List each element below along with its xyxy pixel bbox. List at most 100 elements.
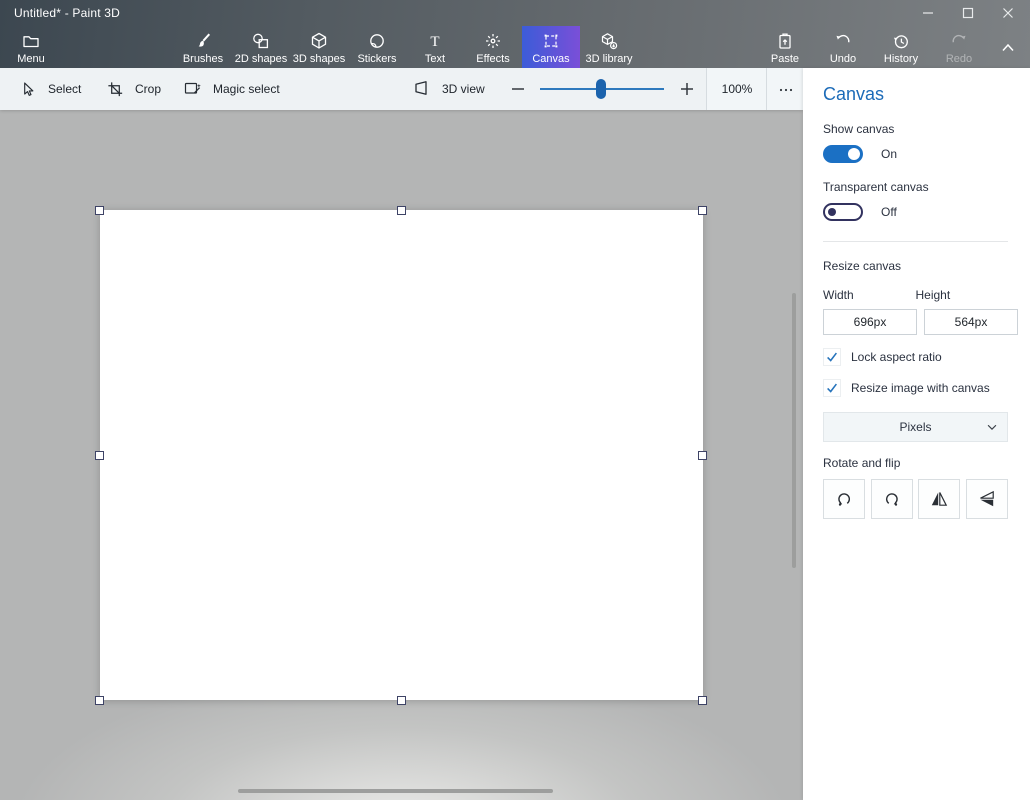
magic-select-tool[interactable]: Magic select [183, 68, 280, 110]
transparent-canvas-label: Transparent canvas [823, 180, 1008, 194]
crop-icon [106, 80, 125, 99]
zoom-slider-thumb[interactable] [596, 79, 606, 99]
menu-button[interactable]: Menu [8, 26, 54, 68]
resize-image-checkbox[interactable] [823, 379, 841, 397]
cursor-icon [19, 80, 38, 99]
toggle-knob [828, 208, 836, 216]
show-canvas-state: On [881, 147, 897, 161]
shapes-2d-icon [251, 31, 271, 51]
canvas-handle-bottom-left[interactable] [95, 696, 104, 705]
minimize-button[interactable] [908, 0, 948, 26]
transparent-canvas-state: Off [881, 205, 897, 219]
top-bar: Untitled* - Paint 3D Menu [0, 0, 1030, 68]
window-title: Untitled* - Paint 3D [14, 6, 120, 20]
title-bar: Untitled* - Paint 3D [0, 0, 1030, 26]
flip-horizontal-button[interactable] [918, 479, 960, 519]
close-icon [999, 4, 1017, 22]
undo-button[interactable]: Undo [814, 26, 872, 68]
canvas-handle-middle-right[interactable] [698, 451, 707, 460]
rotate-left-icon [834, 489, 854, 509]
units-value: Pixels [899, 420, 931, 434]
lock-aspect-checkbox[interactable] [823, 348, 841, 366]
ribbon-tabs: Brushes 2D shapes 3D shapes [174, 26, 638, 68]
check-icon [825, 350, 839, 364]
minus-icon [510, 81, 526, 97]
canvas-handle-top-left[interactable] [95, 206, 104, 215]
toggle-knob [848, 148, 860, 160]
tab-canvas[interactable]: Canvas [522, 26, 580, 68]
select-tool[interactable]: Select [19, 68, 81, 110]
tab-text[interactable]: T Text [406, 26, 464, 68]
plus-icon [679, 81, 695, 97]
3d-view-button[interactable]: 3D view [412, 68, 485, 110]
vertical-scrollbar[interactable] [792, 293, 796, 568]
canvas-handle-top-middle[interactable] [397, 206, 406, 215]
library-3d-icon [599, 31, 619, 51]
tab-3d-shapes[interactable]: 3D shapes [290, 26, 348, 68]
canvas-handle-top-right[interactable] [698, 206, 707, 215]
close-button[interactable] [988, 0, 1028, 26]
canvas-icon [541, 31, 561, 51]
zoom-in-button[interactable] [679, 68, 695, 110]
zoom-value-box[interactable]: 100% [706, 68, 767, 110]
paste-button[interactable]: Paste [756, 26, 814, 68]
lock-aspect-label: Lock aspect ratio [851, 350, 942, 364]
more-options-button[interactable] [766, 68, 804, 110]
canvas-toolbar: Select Crop Magic select 3D view 100% [0, 68, 803, 110]
sticker-icon [367, 31, 387, 51]
window-controls [908, 0, 1028, 26]
rotate-right-icon [882, 489, 902, 509]
ribbon-actions: Paste Undo History [756, 26, 988, 68]
tab-stickers[interactable]: Stickers [348, 26, 406, 68]
effects-icon [483, 31, 503, 51]
crop-tool[interactable]: Crop [106, 68, 161, 110]
flip-vertical-icon [977, 489, 997, 509]
flip-horizontal-icon [929, 489, 949, 509]
show-canvas-label: Show canvas [823, 122, 1008, 136]
chevron-down-icon [985, 420, 999, 434]
magic-select-icon [183, 79, 203, 99]
maximize-icon [959, 4, 977, 22]
horizontal-scrollbar[interactable] [238, 789, 553, 793]
select-label: Select [48, 82, 81, 96]
tab-effects[interactable]: Effects [464, 26, 522, 68]
brush-icon [193, 31, 213, 51]
zoom-slider[interactable] [540, 88, 664, 90]
history-button[interactable]: History [872, 26, 930, 68]
check-icon [825, 381, 839, 395]
zoom-out-button[interactable] [510, 68, 526, 110]
height-label: Height [916, 288, 1009, 302]
tab-2d-shapes[interactable]: 2D shapes [232, 26, 290, 68]
redo-icon [949, 31, 969, 51]
view-3d-icon [412, 79, 432, 99]
resize-canvas-heading: Resize canvas [823, 259, 1008, 273]
collapse-ribbon-button[interactable] [998, 39, 1018, 55]
tab-3d-library[interactable]: 3D library [580, 26, 638, 68]
units-dropdown[interactable]: Pixels [823, 412, 1008, 442]
width-input[interactable] [823, 309, 917, 335]
folder-icon [21, 31, 41, 51]
work-area [0, 110, 803, 800]
text-icon: T [425, 31, 445, 51]
resize-image-label: Resize image with canvas [851, 381, 990, 395]
undo-icon [833, 31, 853, 51]
3d-view-label: 3D view [442, 82, 485, 96]
panel-divider [823, 241, 1008, 242]
rotate-left-button[interactable] [823, 479, 865, 519]
canvas-handle-bottom-middle[interactable] [397, 696, 406, 705]
ribbon: Menu Brushes 2D shapes [0, 26, 1030, 68]
ellipsis-icon [778, 81, 794, 97]
panel-title: Canvas [823, 84, 1008, 105]
canvas-handle-bottom-right[interactable] [698, 696, 707, 705]
flip-vertical-button[interactable] [966, 479, 1008, 519]
minimize-icon [919, 4, 937, 22]
drawing-canvas[interactable] [100, 210, 703, 700]
height-input[interactable] [924, 309, 1018, 335]
zoom-value: 100% [722, 82, 753, 96]
canvas-handle-middle-left[interactable] [95, 451, 104, 460]
rotate-right-button[interactable] [871, 479, 913, 519]
tab-brushes[interactable]: Brushes [174, 26, 232, 68]
transparent-canvas-toggle[interactable] [823, 203, 863, 221]
maximize-button[interactable] [948, 0, 988, 26]
show-canvas-toggle[interactable] [823, 145, 863, 163]
